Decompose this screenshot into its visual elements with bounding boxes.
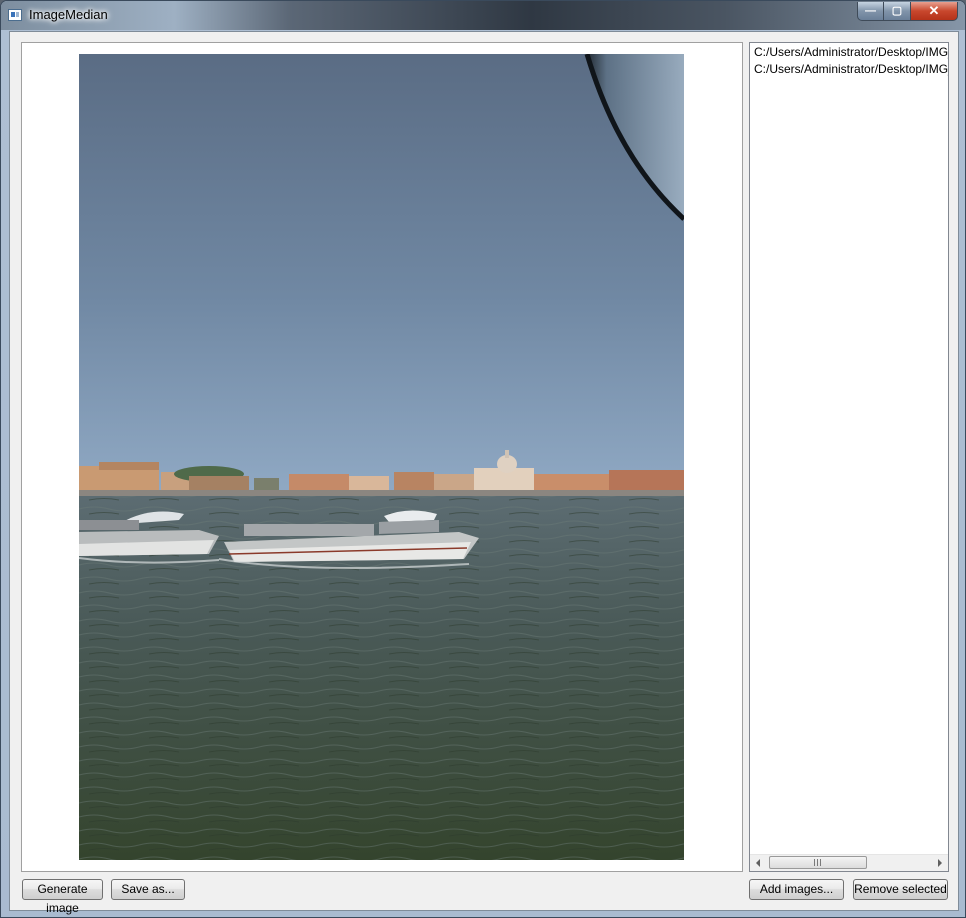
minimize-button[interactable]: —: [857, 2, 884, 21]
median-image-preview: [79, 54, 684, 860]
remove-selected-button[interactable]: Remove selected: [853, 879, 948, 900]
save-as-button[interactable]: Save as...: [111, 879, 185, 900]
title-bar[interactable]: ImageMedian — ▢ ✕: [1, 1, 965, 30]
client-area: C:/Users/Administrator/Desktop/IMG_ C:/U…: [9, 31, 959, 915]
scrollbar-thumb[interactable]: [769, 856, 867, 869]
add-images-button[interactable]: Add images...: [749, 879, 844, 900]
horizontal-scrollbar[interactable]: [750, 854, 948, 871]
window-title: ImageMedian: [29, 7, 108, 22]
main-window: ImageMedian — ▢ ✕ C:/Users/Administrator…: [0, 0, 966, 918]
maximize-button[interactable]: ▢: [884, 2, 911, 21]
chevron-right-icon[interactable]: [931, 855, 948, 871]
close-button[interactable]: ✕: [911, 2, 958, 21]
file-list-item[interactable]: C:/Users/Administrator/Desktop/IMG_: [754, 62, 948, 76]
image-preview-panel: [21, 42, 743, 872]
chevron-left-icon[interactable]: [750, 855, 767, 871]
grip-icon: [814, 859, 822, 866]
image-file-list[interactable]: C:/Users/Administrator/Desktop/IMG_ C:/U…: [749, 42, 949, 872]
app-window-icon: [8, 9, 22, 21]
file-list-item[interactable]: C:/Users/Administrator/Desktop/IMG_: [754, 45, 948, 59]
generate-image-button[interactable]: Generate image: [22, 879, 103, 915]
